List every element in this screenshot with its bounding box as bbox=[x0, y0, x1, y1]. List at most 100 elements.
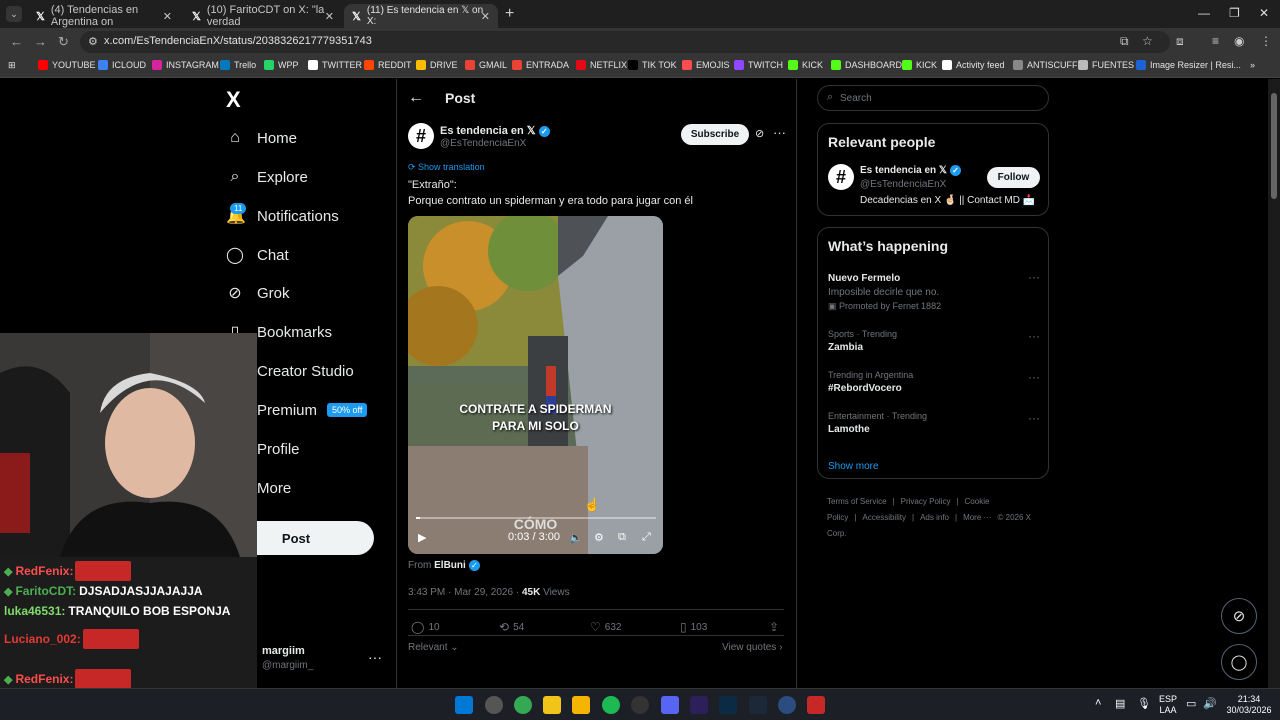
reload-icon[interactable]: ↻ bbox=[58, 34, 69, 50]
x-logo-icon[interactable]: X bbox=[226, 87, 241, 113]
photoshop-icon[interactable] bbox=[719, 696, 737, 714]
person-name[interactable]: Es tendencia en 𝕏 ✓ bbox=[860, 165, 961, 176]
bookmark-item[interactable]: YOUTUBE bbox=[38, 60, 96, 70]
bookmark-item[interactable]: REDDIT bbox=[364, 60, 412, 70]
bookmark-button[interactable]: ▯ 103 bbox=[680, 620, 707, 634]
bookmark-item[interactable]: DASHBOARD bbox=[831, 60, 902, 70]
install-app-icon[interactable]: ⧉ bbox=[1120, 34, 1129, 49]
tab-search-button[interactable]: ⌄ bbox=[6, 6, 22, 22]
browser-tab-2[interactable]: 𝕏 (10) FaritoCDT on X: "la verdad ✕ bbox=[184, 4, 342, 28]
premiere-icon[interactable] bbox=[690, 696, 708, 714]
clock[interactable]: 21:34 30/03/2026 bbox=[1224, 694, 1274, 716]
network-icon[interactable]: ▭ bbox=[1186, 697, 1196, 710]
site-info-icon[interactable]: ⚙ bbox=[88, 35, 98, 48]
bookmark-item[interactable]: TWITCH bbox=[734, 60, 783, 70]
bookmark-item[interactable]: Image Resizer | Resi... bbox=[1136, 60, 1241, 70]
bookmark-item[interactable]: DRIVE bbox=[416, 60, 458, 70]
restore-icon[interactable]: ❐ bbox=[1229, 6, 1240, 20]
bookmark-item[interactable]: ICLOUD bbox=[98, 60, 146, 70]
trend-more-icon[interactable]: ··· bbox=[1028, 411, 1040, 425]
scrollbar-thumb[interactable] bbox=[1271, 93, 1277, 199]
extensions-icon[interactable]: ⧈ bbox=[1176, 34, 1184, 49]
reply-button[interactable]: ◯ 10 bbox=[411, 620, 440, 634]
like-button[interactable]: ♡ 632 bbox=[590, 620, 621, 634]
video-progress-bar[interactable] bbox=[416, 517, 656, 519]
app-icon[interactable] bbox=[807, 696, 825, 714]
bookmark-item[interactable]: INSTAGRAM bbox=[152, 60, 219, 70]
chat-float-button[interactable]: ◯ bbox=[1221, 644, 1257, 680]
volume-icon[interactable]: 🔈 bbox=[569, 531, 583, 544]
trend-more-icon[interactable]: ··· bbox=[1028, 270, 1040, 284]
reading-list-icon[interactable]: ≡ bbox=[1212, 34, 1219, 48]
forward-icon[interactable]: → bbox=[34, 34, 47, 49]
browser-tab-1[interactable]: 𝕏 (4) Tendencias en Argentina on ✕ bbox=[28, 4, 180, 28]
view-quotes-link[interactable]: View quotes › bbox=[722, 642, 782, 653]
repost-button[interactable]: ⟲ 54 bbox=[499, 620, 524, 634]
apps-grid-icon[interactable]: ⊞ bbox=[8, 60, 16, 71]
sidebar-item-home[interactable]: ⌂ Home bbox=[226, 123, 297, 153]
pip-icon[interactable]: ⧉ bbox=[618, 531, 626, 544]
trend-more-icon[interactable]: ··· bbox=[1028, 370, 1040, 384]
sidebar-item-chat[interactable]: ◯ Chat bbox=[226, 240, 289, 270]
tray-expand-icon[interactable]: ˄ bbox=[1095, 697, 1101, 709]
footer-link[interactable]: More ··· bbox=[963, 513, 991, 522]
bookmark-item[interactable]: ENTRADA bbox=[512, 60, 569, 70]
bookmark-item[interactable]: KICK bbox=[788, 60, 823, 70]
more-options-icon[interactable]: ··· bbox=[773, 125, 786, 140]
video-player[interactable]: CONTRATE A SPIDERMAN PARA MI SOLO CÓMO ▶… bbox=[408, 216, 663, 554]
close-tab-icon[interactable]: ✕ bbox=[325, 10, 334, 23]
browser-menu-icon[interactable]: ⋮ bbox=[1260, 34, 1272, 48]
trend-item[interactable]: Nuevo Fermelo Imposible decirle que no. … bbox=[828, 270, 1040, 312]
account-more-icon[interactable]: ··· bbox=[368, 649, 382, 665]
show-translation-link[interactable]: ⟳ Show translation bbox=[408, 162, 485, 173]
profile-avatar-icon[interactable]: ◉ bbox=[1234, 34, 1244, 48]
sidebar-item-explore[interactable]: ⌕ Explore bbox=[226, 162, 308, 192]
trend-more-icon[interactable]: ··· bbox=[1028, 329, 1040, 343]
bookmark-item[interactable]: KICK bbox=[902, 60, 937, 70]
app-icon[interactable] bbox=[778, 696, 796, 714]
chrome-icon[interactable] bbox=[514, 696, 532, 714]
spotify-icon[interactable] bbox=[602, 696, 620, 714]
speaker-icon[interactable]: 🔊 bbox=[1203, 697, 1217, 710]
author-avatar[interactable]: # bbox=[408, 123, 434, 149]
grok-float-button[interactable]: ⊘ bbox=[1221, 598, 1257, 634]
notes-icon[interactable] bbox=[543, 696, 561, 714]
person-handle[interactable]: @EsTendenciaEnX bbox=[860, 179, 946, 190]
window-close-icon[interactable]: ✕ bbox=[1259, 6, 1269, 20]
more-bookmarks-icon[interactable]: » bbox=[1250, 60, 1255, 70]
close-tab-icon[interactable]: ✕ bbox=[163, 10, 172, 23]
steam-icon[interactable] bbox=[749, 696, 767, 714]
bookmark-item[interactable]: Activity feed bbox=[942, 60, 1005, 70]
bookmark-item[interactable]: WPP bbox=[264, 60, 299, 70]
sidebar-item-grok[interactable]: ⊘ Grok bbox=[226, 278, 289, 308]
avatar[interactable]: # bbox=[828, 164, 854, 190]
close-tab-icon[interactable]: ✕ bbox=[481, 10, 490, 23]
bookmark-item[interactable]: ANTISCUFF bbox=[1013, 60, 1078, 70]
share-button[interactable]: ⇪ bbox=[769, 620, 783, 634]
bookmark-item[interactable]: TWITTER bbox=[308, 60, 362, 70]
fullscreen-icon[interactable]: ⤢ bbox=[642, 531, 651, 544]
browser-tab-3-active[interactable]: 𝕏 (11) Es tendencia en 𝕏 on X: ✕ bbox=[344, 4, 498, 28]
settings-gear-icon[interactable]: ⚙ bbox=[594, 531, 604, 544]
file-explorer-icon[interactable] bbox=[572, 696, 590, 714]
back-arrow-icon[interactable]: ← bbox=[408, 89, 424, 107]
from-account-link[interactable]: ElBuni bbox=[434, 560, 466, 571]
footer-link[interactable]: Accessibility bbox=[862, 513, 906, 522]
trend-item[interactable]: Trending in Argentina #RebordVocero ··· bbox=[828, 370, 1040, 394]
show-more-link[interactable]: Show more bbox=[828, 461, 879, 472]
url-omnibox[interactable]: ⚙ x.com/EsTendenciaEnX/status/2038326217… bbox=[80, 31, 1170, 53]
minimize-icon[interactable]: — bbox=[1198, 6, 1210, 20]
bookmark-item[interactable]: FUENTES bbox=[1078, 60, 1134, 70]
microphone-icon[interactable]: 🎙 bbox=[1137, 697, 1151, 710]
discord-icon[interactable] bbox=[661, 696, 679, 714]
footer-link[interactable]: Ads info bbox=[920, 513, 949, 522]
trend-item[interactable]: Entertainment · Trending Lamothe ··· bbox=[828, 411, 1040, 435]
bookmark-item[interactable]: Trello bbox=[220, 60, 256, 70]
app-icon[interactable] bbox=[485, 696, 503, 714]
obs-icon[interactable] bbox=[631, 696, 649, 714]
tray-flag-icon[interactable]: ▤ bbox=[1115, 697, 1125, 710]
back-icon[interactable]: ← bbox=[10, 34, 23, 49]
grok-icon[interactable]: ⊘ bbox=[755, 127, 764, 140]
author-name[interactable]: Es tendencia en 𝕏 ✓ bbox=[440, 124, 550, 137]
search-input[interactable]: ⌕ Search bbox=[817, 85, 1049, 111]
